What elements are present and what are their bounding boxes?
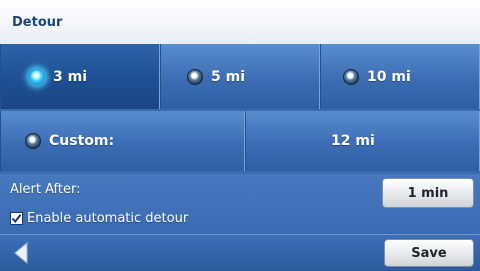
alert-section: Alert After: 1 min Enable automatic deto…	[0, 174, 480, 234]
checkmark-icon	[11, 214, 22, 224]
auto-detour-label: Enable automatic detour	[27, 211, 189, 226]
alert-time-value: 1 min	[407, 185, 449, 201]
footer-bar: Save	[0, 234, 480, 271]
back-button[interactable]	[4, 238, 38, 268]
option-custom[interactable]: Custom:	[0, 111, 245, 171]
alert-time-button[interactable]: 1 min	[382, 178, 474, 208]
option-label: 3 mi	[53, 68, 88, 85]
auto-detour-toggle[interactable]: Enable automatic detour	[10, 211, 188, 226]
save-button[interactable]: Save	[384, 239, 474, 267]
radio-icon	[25, 133, 41, 149]
alert-after-label: Alert After:	[10, 182, 81, 197]
detour-panel: 3 mi 5 mi 10 mi Custom: 12 mi Alert Afte…	[0, 44, 480, 271]
radio-selected-icon	[29, 68, 45, 85]
distance-options-row: 3 mi 5 mi 10 mi	[0, 44, 480, 109]
page-title: Detour	[12, 15, 63, 30]
back-arrow-icon	[14, 242, 28, 264]
radio-icon	[187, 68, 203, 85]
option-3-mi[interactable]: 3 mi	[0, 44, 160, 109]
custom-value: 12 mi	[331, 133, 375, 149]
checkbox-checked-icon[interactable]	[10, 212, 23, 225]
option-label: 10 mi	[367, 68, 411, 85]
title-bar: Detour	[0, 0, 480, 45]
custom-distance-value[interactable]: 12 mi	[245, 111, 480, 171]
option-10-mi[interactable]: 10 mi	[320, 44, 480, 109]
option-5-mi[interactable]: 5 mi	[160, 44, 320, 109]
custom-label: Custom:	[49, 133, 115, 149]
radio-icon	[343, 68, 359, 85]
custom-distance-row: Custom: 12 mi	[0, 111, 480, 171]
option-label: 5 mi	[211, 68, 246, 85]
save-label: Save	[411, 245, 447, 261]
